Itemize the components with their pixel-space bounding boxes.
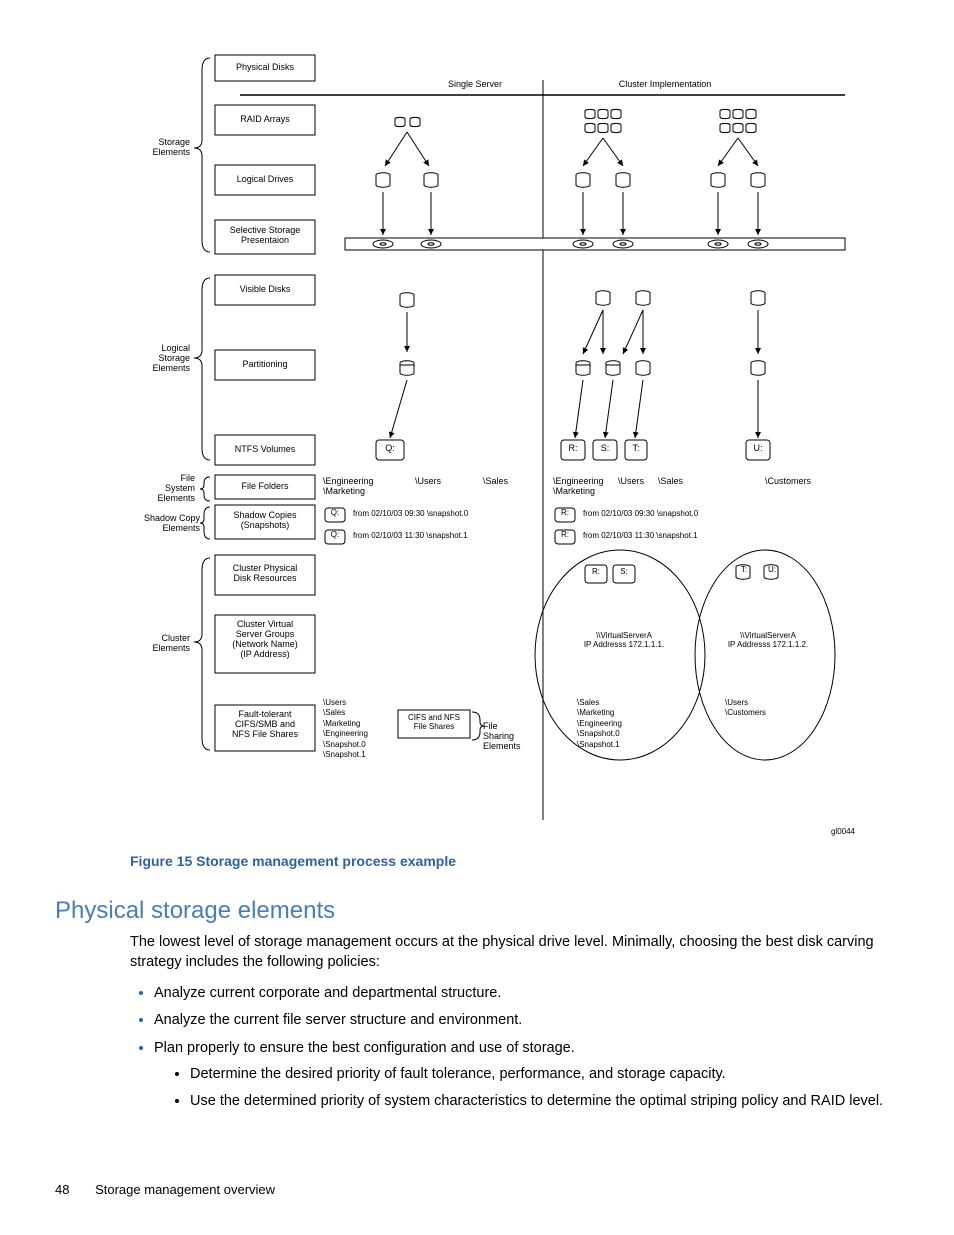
bullet-item: Analyze current corporate and department… bbox=[154, 982, 899, 1005]
vol-q: Q: bbox=[376, 444, 404, 454]
row-folders: File Folders bbox=[215, 482, 315, 492]
figure-id: gl0044 bbox=[805, 828, 855, 837]
snap-q1: Q: bbox=[325, 531, 345, 540]
section-heading: Physical storage elements bbox=[55, 897, 899, 925]
figure-caption: Figure 15 Storage management process exa… bbox=[130, 853, 899, 869]
cat-file-sharing: File Sharing Elements bbox=[483, 722, 543, 752]
vol-r: R: bbox=[561, 444, 585, 454]
snap-s1-cluster: from 02/10/03 11:30 \snapshot.1 bbox=[583, 532, 763, 541]
snap-r0: R: bbox=[555, 509, 575, 518]
vol-u: U: bbox=[746, 444, 770, 454]
snap-q0: Q: bbox=[325, 509, 345, 518]
row-logical: Logical Drives bbox=[215, 175, 315, 185]
folders-single-users: \Users bbox=[415, 477, 465, 487]
cluster-r: R: bbox=[585, 568, 607, 577]
snap-s0-cluster: from 02/10/03 09:30 \snapshot.0 bbox=[583, 510, 763, 519]
cluster-u: U: bbox=[763, 566, 781, 575]
row-cluster-virt: Cluster Virtual Server Groups (Network N… bbox=[215, 620, 315, 660]
folders-cluster-sales: \Sales bbox=[658, 477, 698, 487]
vol-t: T: bbox=[625, 444, 647, 454]
column-header-cluster: Cluster Implementation bbox=[585, 80, 745, 90]
shares-cluster-b: \Users \Customers bbox=[725, 698, 805, 719]
vol-s: S: bbox=[593, 444, 617, 454]
bullet-list: Analyze current corporate and department… bbox=[130, 982, 899, 1112]
footer-title: Storage management overview bbox=[95, 1182, 275, 1197]
page-footer: 48 Storage management overview bbox=[55, 1182, 275, 1197]
row-cluster-phys: Cluster Physical Disk Resources bbox=[215, 564, 315, 584]
snap-s0-single: from 02/10/03 09:30 \snapshot.0 bbox=[353, 510, 533, 519]
cat-storage-elements: Storage Elements bbox=[120, 138, 190, 158]
cat-file-system: File System Elements bbox=[120, 474, 195, 504]
row-ntfs: NTFS Volumes bbox=[215, 445, 315, 455]
body-paragraph: The lowest level of storage management o… bbox=[130, 933, 899, 972]
bullet-item: Plan properly to ensure the best configu… bbox=[154, 1037, 899, 1112]
row-ssp: Selective Storage Presentaion bbox=[215, 226, 315, 246]
cluster-t: T: bbox=[735, 566, 753, 575]
page-number: 48 bbox=[55, 1182, 69, 1197]
snap-r1: R: bbox=[555, 531, 575, 540]
storage-management-diagram: Single Server Cluster Implementation Sto… bbox=[65, 50, 895, 845]
row-shares: Fault-tolerant CIFS/SMB and NFS File Sha… bbox=[215, 710, 315, 740]
sub-bullet-item: Use the determined priority of system ch… bbox=[190, 1091, 899, 1112]
cat-cluster: Cluster Elements bbox=[120, 634, 190, 654]
shares-cluster-a: \Sales \Marketing \Engineering \Snapshot… bbox=[577, 698, 667, 750]
snap-s1-single: from 02/10/03 11:30 \snapshot.1 bbox=[353, 532, 533, 541]
cluster-s: S: bbox=[613, 568, 635, 577]
bullet-text: Plan properly to ensure the best configu… bbox=[154, 1040, 575, 1056]
cat-logical-storage: Logical Storage Elements bbox=[120, 344, 190, 374]
row-partitioning: Partitioning bbox=[215, 360, 315, 370]
column-header-single: Single Server bbox=[415, 80, 535, 90]
bullet-item: Analyze the current file server structur… bbox=[154, 1009, 899, 1032]
sub-bullet-list: Determine the desired priority of fault … bbox=[154, 1064, 899, 1112]
row-visible: Visible Disks bbox=[215, 285, 315, 295]
row-physical-disks: Physical Disks bbox=[215, 63, 315, 73]
vserver-a: \\VirtualServerA IP Addresss 172.1.1.1. bbox=[569, 632, 679, 650]
folders-single-eng: \Engineering \Marketing bbox=[323, 477, 403, 497]
shares-single: \Users \Sales \Marketing \Engineering \S… bbox=[323, 698, 403, 760]
cifs-nfs-box: CIFS and NFS File Shares bbox=[398, 714, 470, 732]
cat-shadow-copy: Shadow Copy Elements bbox=[110, 514, 200, 534]
folders-cluster-cust: \Customers bbox=[765, 477, 835, 487]
sub-bullet-item: Determine the desired priority of fault … bbox=[190, 1064, 899, 1085]
folders-single-sales: \Sales bbox=[483, 477, 533, 487]
row-shadow: Shadow Copies (Snapshots) bbox=[215, 511, 315, 531]
row-raid: RAID Arrays bbox=[215, 115, 315, 125]
folders-cluster-users: \Users bbox=[618, 477, 658, 487]
vserver-b: \\VirtualServerA IP Addresss 172.1.1.2. bbox=[713, 632, 823, 650]
